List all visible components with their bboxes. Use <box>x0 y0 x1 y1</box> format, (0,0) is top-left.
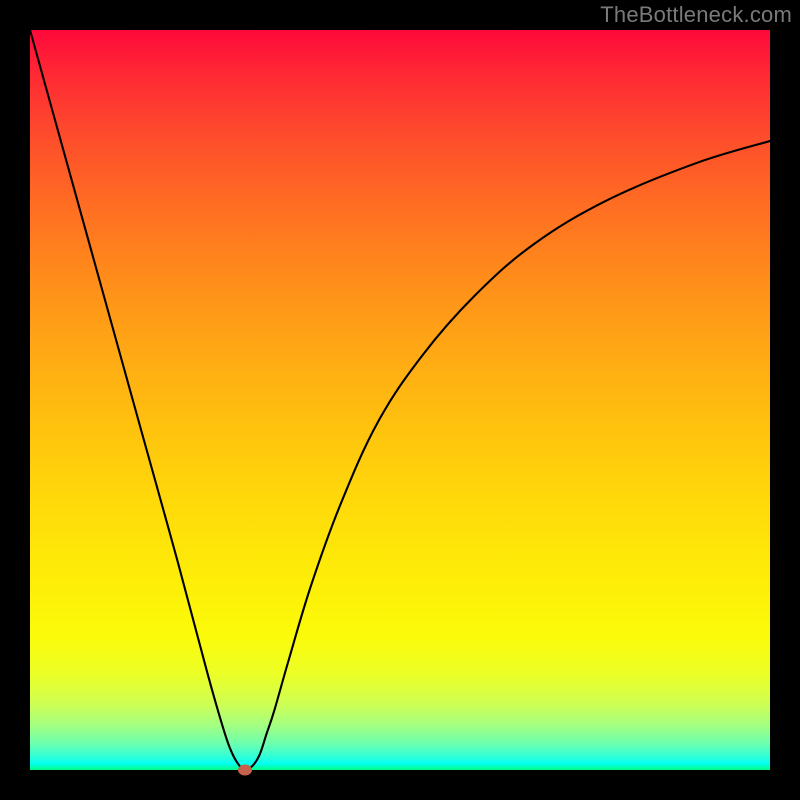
minimum-marker <box>238 765 252 776</box>
chart-frame: TheBottleneck.com <box>0 0 800 800</box>
watermark-text: TheBottleneck.com <box>600 2 792 28</box>
bottleneck-curve <box>30 30 770 770</box>
plot-area <box>30 30 770 770</box>
curve-svg <box>30 30 770 770</box>
